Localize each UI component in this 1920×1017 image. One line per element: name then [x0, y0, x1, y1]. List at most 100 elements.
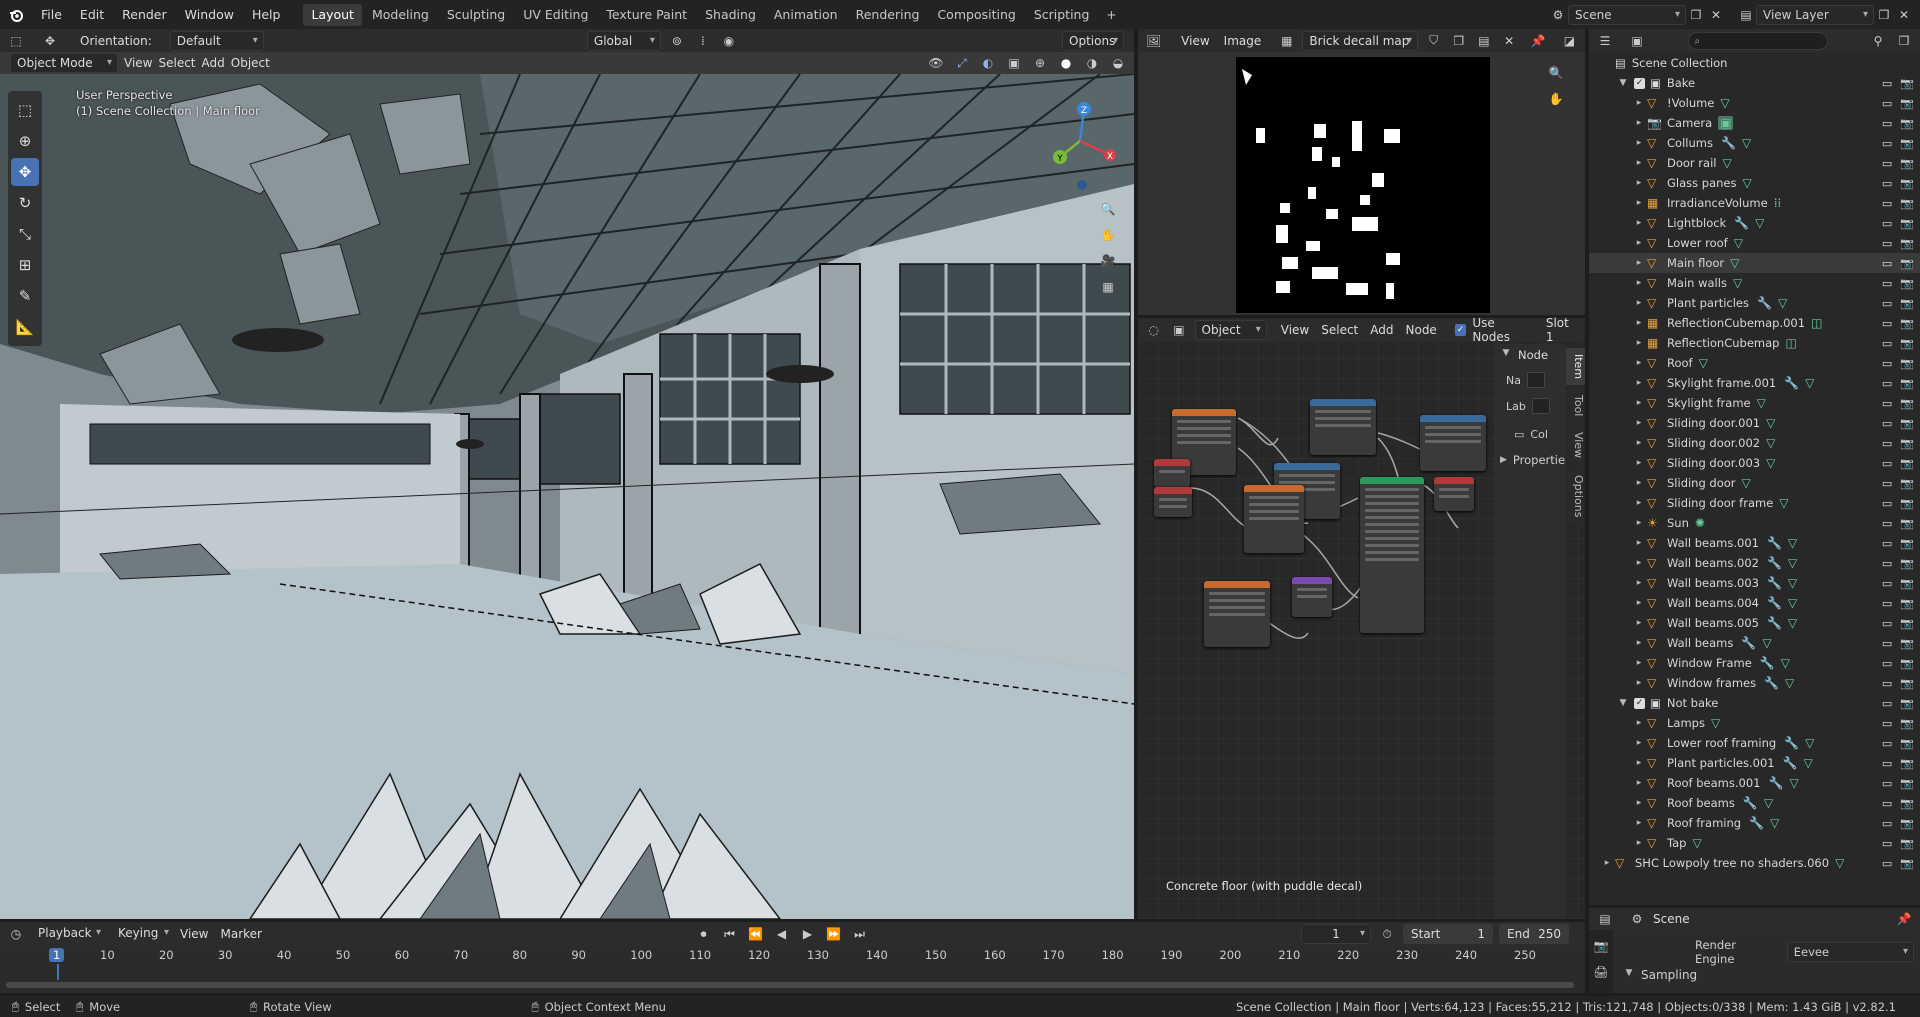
timeline-scrollbar[interactable] — [6, 982, 1574, 988]
open-image-icon[interactable]: ▤ — [1474, 31, 1493, 51]
orientation-dropdown[interactable]: Default — [169, 30, 264, 51]
outliner-item[interactable]: ▸ ▽ Wall beams.005 🔧 ▽ ▭ 📷 — [1589, 613, 1920, 633]
viewport-menu-select[interactable]: Select — [158, 56, 195, 70]
render-visibility-icon[interactable]: 📷 — [1900, 277, 1914, 290]
xray-toggle-icon[interactable]: ▣ — [1004, 53, 1024, 73]
properties-type-icon[interactable]: ▤ — [1595, 909, 1615, 929]
viewport-visibility-icon[interactable]: ▭ — [1882, 117, 1892, 130]
outliner-item[interactable]: ▸ ▽ Sliding door ▽ ▭ 📷 — [1589, 473, 1920, 493]
mesh-data-icon[interactable]: ▽ — [1764, 796, 1773, 810]
transform-space-dropdown[interactable]: Global — [586, 30, 661, 51]
expand-icon[interactable]: ▸ — [1633, 638, 1645, 648]
mesh-data-icon[interactable]: ▽ — [1762, 636, 1771, 650]
menu-window[interactable]: Window — [176, 4, 243, 26]
mesh-data-icon[interactable]: ▽ — [1734, 236, 1743, 250]
outliner-search[interactable]: ⌕ — [1687, 32, 1828, 50]
render-visibility-icon[interactable]: 📷 — [1900, 557, 1914, 570]
mesh-data-icon[interactable]: ▽ — [1788, 556, 1797, 570]
expand-icon[interactable]: ▸ — [1633, 658, 1645, 668]
mesh-data-icon[interactable]: ▽ — [1742, 476, 1751, 490]
outliner-item[interactable]: ▸ ▽ Door rail ▽ ▭ 📷 — [1589, 153, 1920, 173]
prev-keyframe-icon[interactable]: ⏪ — [745, 924, 765, 944]
expand-icon[interactable]: ▸ — [1633, 178, 1645, 188]
snap-icon[interactable]: ⁞ — [693, 31, 713, 51]
render-visibility-icon[interactable]: 📷 — [1900, 477, 1914, 490]
viewport-visibility-icon[interactable]: ▭ — [1882, 157, 1892, 170]
timeline-ruler[interactable]: 1 10 20 30 40 50 60 70 80 90 100 110 120 130 140 150 160… — [0, 948, 1585, 980]
node-red-small-1[interactable] — [1154, 459, 1190, 487]
expand-icon[interactable]: ▸ — [1633, 838, 1645, 848]
expand-icon[interactable]: ▸ — [1633, 278, 1645, 288]
sidebar-tab-view[interactable]: View — [1566, 426, 1585, 465]
render-visibility-icon[interactable]: 📷 — [1900, 157, 1914, 170]
outliner-item[interactable]: ▸ ☀ Sun ✺ ▭ 📷 — [1589, 513, 1920, 533]
viewport-visibility-icon[interactable]: ▭ — [1882, 337, 1892, 350]
mode-dropdown[interactable]: Object Mode — [10, 53, 118, 73]
visibility-icon[interactable]: 👁 — [926, 53, 946, 73]
image-menu-view[interactable]: View — [1181, 34, 1209, 48]
properties-pin-icon[interactable]: 📌 — [1894, 909, 1914, 929]
outliner-item[interactable]: ▸ ▽ Roof beams.001 🔧 ▽ ▭ 📷 — [1589, 773, 1920, 793]
viewport-visibility-icon[interactable]: ▭ — [1882, 457, 1892, 470]
workspace-tab-compositing[interactable]: Compositing — [929, 4, 1023, 26]
mesh-data-icon[interactable]: ▽ — [1755, 216, 1764, 230]
mesh-data-icon[interactable]: ▽ — [1779, 496, 1788, 510]
viewport-visibility-icon[interactable]: ▭ — [1882, 397, 1892, 410]
mesh-data-icon[interactable]: ▽ — [1788, 596, 1797, 610]
expand-icon[interactable]: ▸ — [1633, 238, 1645, 248]
viewport-visibility-icon[interactable]: ▭ — [1882, 517, 1892, 530]
mesh-data-icon[interactable]: ▽ — [1766, 456, 1775, 470]
outliner-item[interactable]: ▸ ▽ Wall beams.004 🔧 ▽ ▭ 📷 — [1589, 593, 1920, 613]
expand-icon[interactable]: ▸ — [1633, 318, 1645, 328]
modifier-wrench-icon[interactable]: 🔧 — [1721, 136, 1736, 150]
checkbox-icon[interactable]: ✓ — [1634, 77, 1645, 89]
modifier-wrench-icon[interactable]: 🔧 — [1784, 736, 1799, 750]
transform-tool-icon[interactable]: ⊞ — [11, 251, 39, 279]
viewport-visibility-icon[interactable]: ▭ — [1882, 677, 1892, 690]
copy-view-layer-icon[interactable]: ❐ — [1874, 5, 1894, 25]
jump-end-icon[interactable]: ⏭ — [849, 924, 869, 944]
render-visibility-icon[interactable]: 📷 — [1900, 217, 1914, 230]
mesh-data-icon[interactable]: ▽ — [1770, 816, 1779, 830]
rotate-tool-icon[interactable]: ↻ — [11, 189, 39, 217]
expand-icon[interactable]: ▸ — [1633, 438, 1645, 448]
mesh-data-icon[interactable]: ▽ — [1743, 176, 1752, 190]
expand-icon[interactable]: ▸ — [1633, 518, 1645, 528]
viewport-visibility-icon[interactable]: ▭ — [1882, 77, 1892, 90]
expand-icon[interactable]: ▸ — [1633, 558, 1645, 568]
viewport-visibility-icon[interactable]: ▭ — [1882, 697, 1892, 710]
outliner-item[interactable]: ▸ ▽ Sliding door.001 ▽ ▭ 📷 — [1589, 413, 1920, 433]
render-visibility-icon[interactable]: 📷 — [1900, 797, 1914, 810]
play-icon[interactable]: ▶ — [797, 924, 817, 944]
expand-icon[interactable]: ▸ — [1633, 98, 1645, 108]
gizmo-toggle-icon[interactable]: ⤢ — [952, 53, 972, 73]
expand-icon[interactable]: ▸ — [1633, 118, 1645, 128]
outliner-item[interactable]: ▸ ▽ Lower roof ▽ ▭ 📷 — [1589, 233, 1920, 253]
render-visibility-icon[interactable]: 📷 — [1900, 617, 1914, 630]
mesh-data-icon[interactable]: ▽ — [1733, 276, 1742, 290]
cubemap-icon[interactable]: ◫ — [1785, 336, 1796, 350]
label-field[interactable] — [1531, 398, 1550, 414]
outliner-type-icon[interactable]: ☰ — [1595, 31, 1615, 51]
expand-icon[interactable]: ▸ — [1633, 158, 1645, 168]
mesh-data-icon[interactable]: ▽ — [1781, 656, 1790, 670]
options-dropdown[interactable]: Options — [1062, 30, 1125, 51]
viewport-visibility-icon[interactable]: ▭ — [1882, 197, 1892, 210]
expand-icon[interactable]: ▸ — [1633, 478, 1645, 488]
expand-icon[interactable]: ▸ — [1633, 758, 1645, 768]
cubemap-icon[interactable]: ◫ — [1811, 316, 1822, 330]
jump-start-icon[interactable]: ⏮ — [719, 924, 739, 944]
outliner-item[interactable]: ▸ ▽ Main floor ▽ ▭ 📷 — [1589, 253, 1920, 273]
outliner-item[interactable]: ▸ ▽ Wall beams.001 🔧 ▽ ▭ 📷 — [1589, 533, 1920, 553]
playhead-line[interactable] — [57, 964, 59, 980]
workspace-tab-layout[interactable]: Layout — [303, 3, 362, 26]
render-visibility-icon[interactable]: 📷 — [1900, 337, 1914, 350]
playback-menu[interactable]: Playback — [32, 924, 106, 944]
new-image-icon[interactable]: ❐ — [1449, 31, 1468, 51]
render-visibility-icon[interactable]: 📷 — [1900, 417, 1914, 430]
mesh-data-icon[interactable]: ▽ — [1711, 716, 1720, 730]
viewport-visibility-icon[interactable]: ▭ — [1882, 377, 1892, 390]
annotate-tool-icon[interactable]: ✎ — [11, 282, 39, 310]
timeline-menu-marker[interactable]: Marker — [220, 927, 261, 941]
viewport-visibility-icon[interactable]: ▭ — [1882, 537, 1892, 550]
